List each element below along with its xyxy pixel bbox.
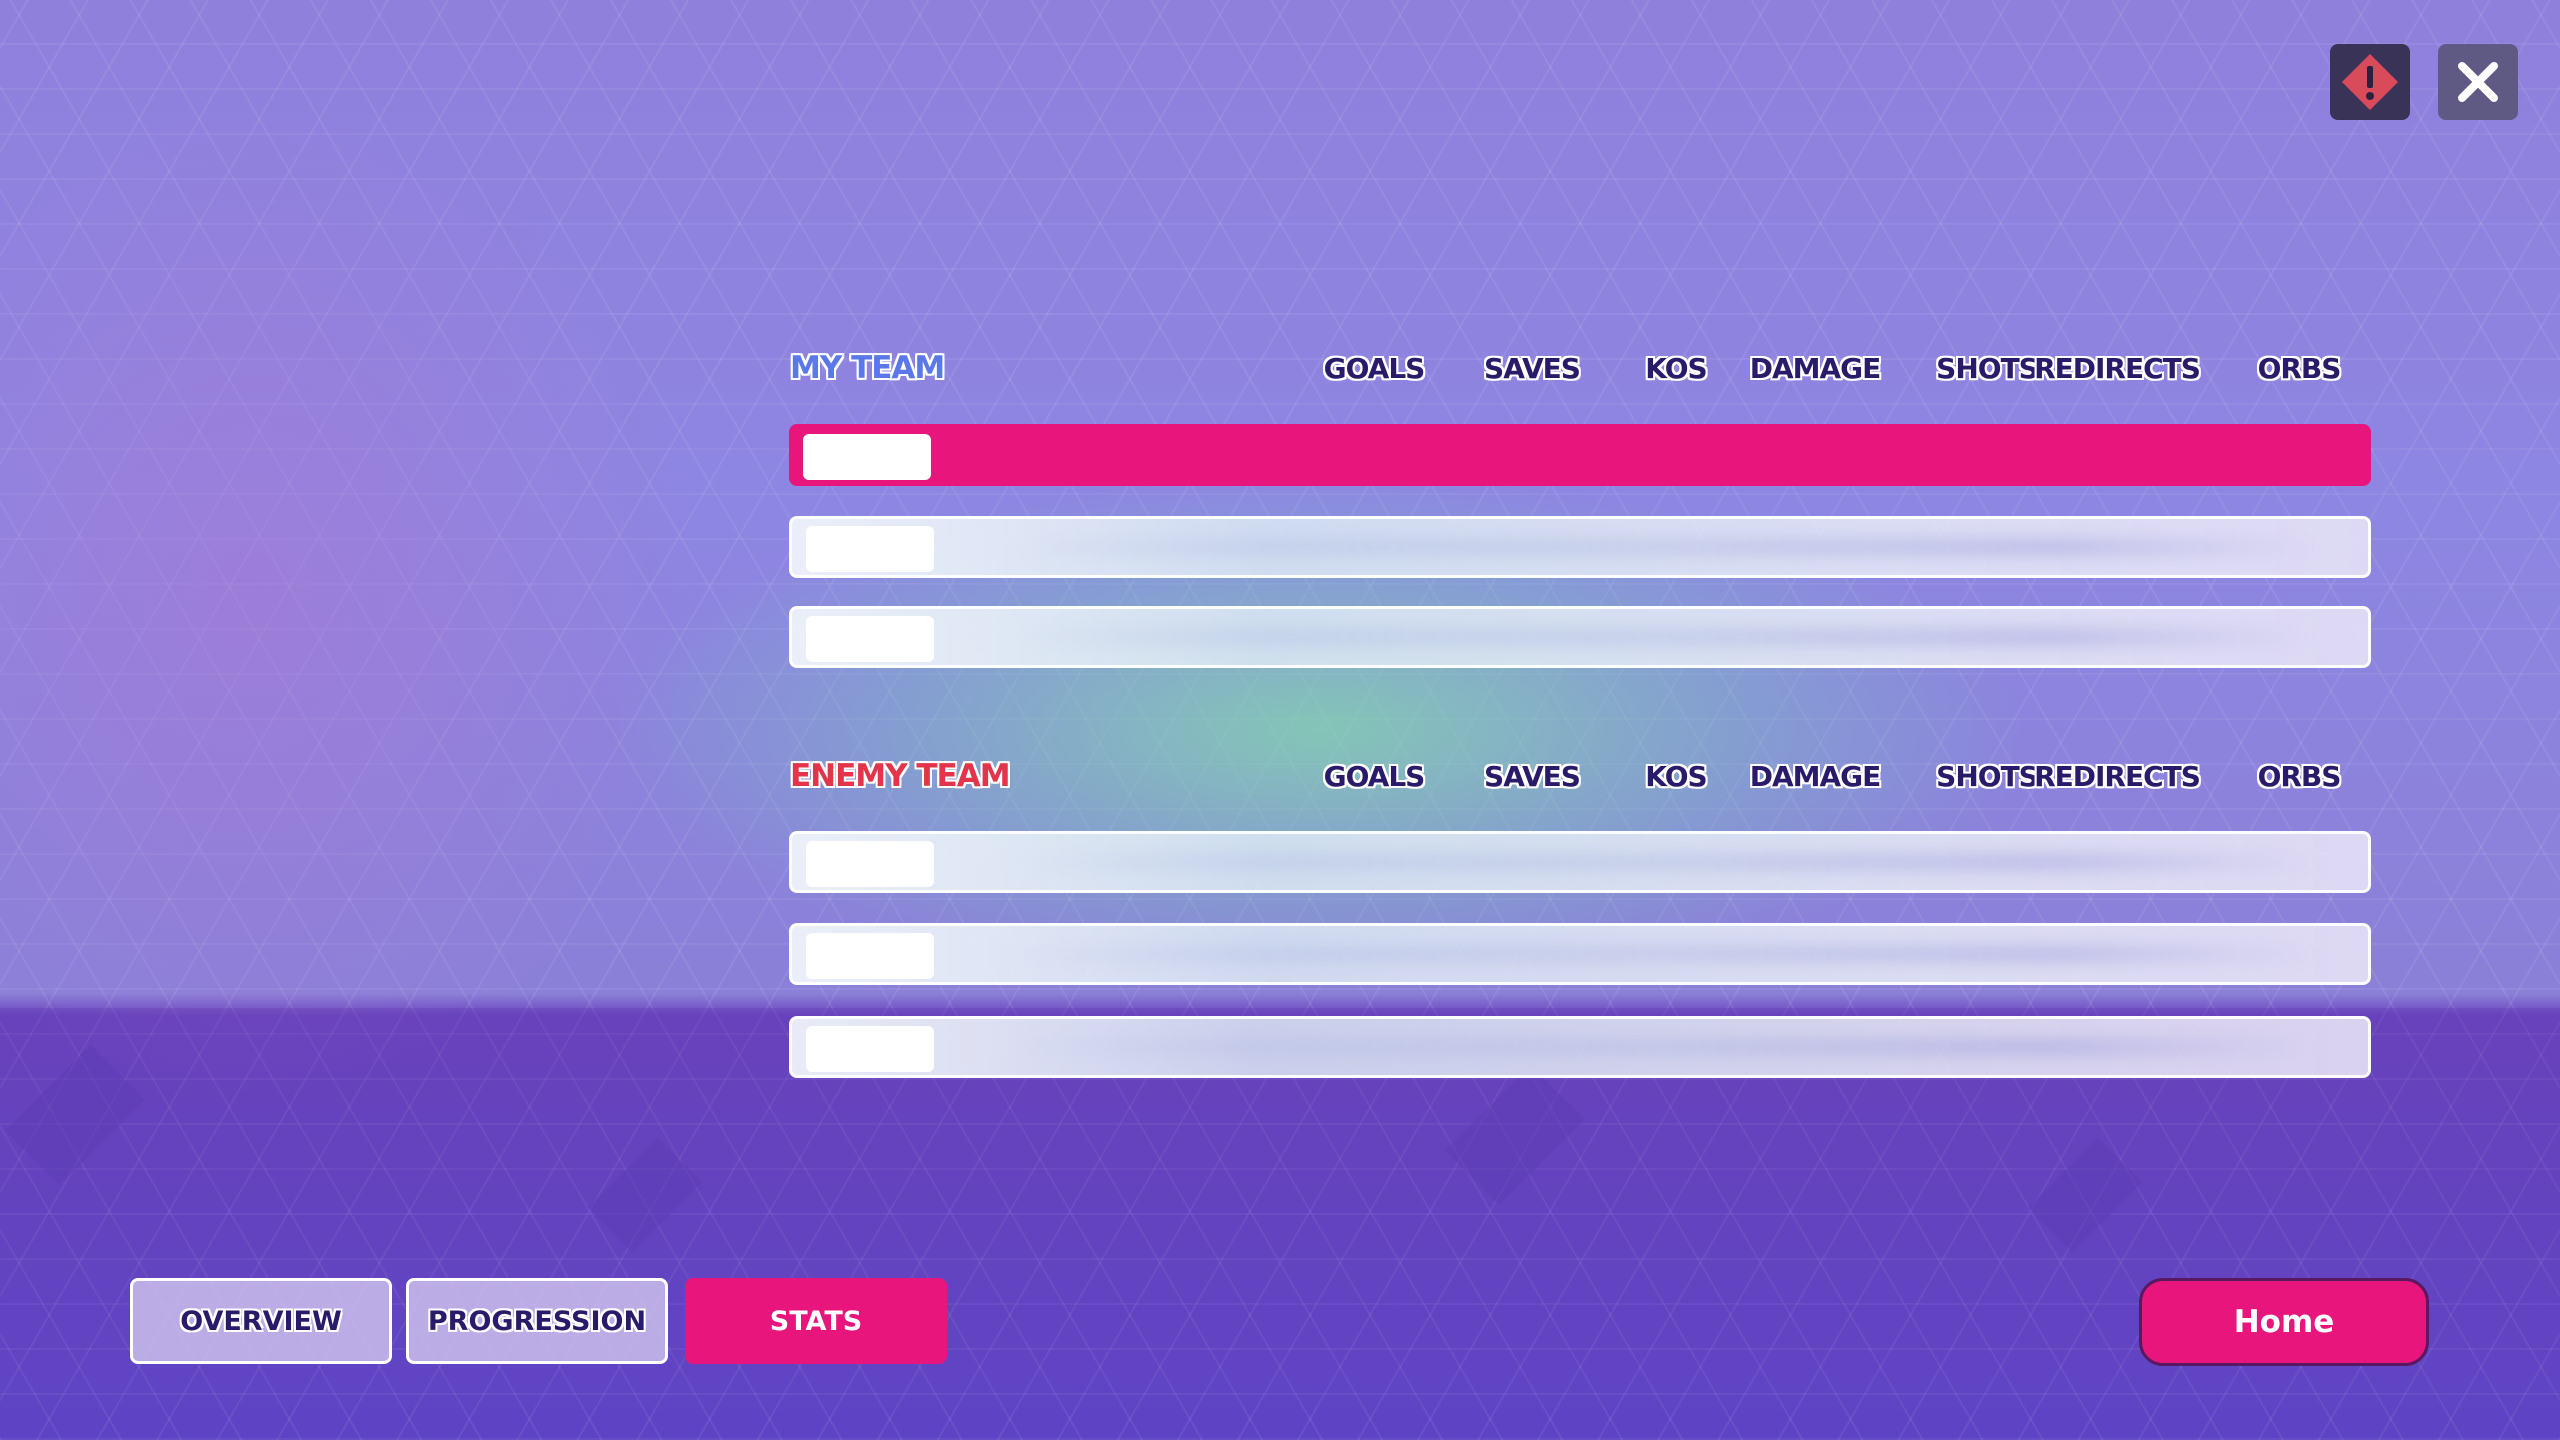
my-team-title: MY TEAM (790, 350, 945, 386)
my-team-row[interactable] (789, 516, 2371, 578)
column-orbs: ORBS (2257, 760, 2342, 793)
tab-stats-label: STATS (769, 1305, 863, 1337)
report-button[interactable] (2330, 44, 2410, 120)
column-damage: DAMAGE (1749, 352, 1882, 385)
background-glow-left (0, 100, 700, 1100)
close-button[interactable] (2438, 44, 2518, 120)
background-lattice (0, 0, 2560, 1440)
warning-diamond-icon (2342, 54, 2398, 110)
player-name-plate (806, 616, 934, 662)
tab-stats[interactable]: STATS (685, 1278, 947, 1364)
stats-values (1012, 627, 2312, 647)
player-name-plate (806, 841, 934, 887)
stats-values (1012, 852, 2312, 872)
enemy-team-row[interactable] (789, 923, 2371, 985)
my-team-header: MY TEAM GOALS SAVES KOS DAMAGE SHOTS RED… (790, 350, 2350, 400)
tab-progression-label: PROGRESSION (427, 1305, 647, 1337)
column-redirects: REDIRECTS (2034, 760, 2201, 793)
player-name-plate (806, 1026, 934, 1072)
column-shots: SHOTS (1936, 760, 2039, 793)
stats-values (1012, 537, 2312, 557)
enemy-team-row[interactable] (789, 831, 2371, 893)
player-name-plate (806, 933, 934, 979)
player-name-plate (803, 434, 931, 480)
background-diamond (587, 1137, 703, 1253)
column-goals: GOALS (1323, 760, 1426, 793)
results-screen: MY TEAM GOALS SAVES KOS DAMAGE SHOTS RED… (0, 0, 2560, 1440)
tab-overview[interactable]: OVERVIEW (130, 1278, 392, 1364)
column-goals: GOALS (1323, 352, 1426, 385)
tab-progression[interactable]: PROGRESSION (406, 1278, 668, 1364)
background-diamond (1444, 1064, 1586, 1206)
my-team-row-player[interactable] (789, 424, 2371, 486)
column-saves: SAVES (1484, 352, 1581, 385)
home-button[interactable]: Home (2139, 1278, 2429, 1366)
column-orbs: ORBS (2257, 352, 2342, 385)
column-redirects: REDIRECTS (2034, 352, 2201, 385)
column-kos: KOS (1645, 352, 1707, 385)
column-saves: SAVES (1484, 760, 1581, 793)
my-team-row[interactable] (789, 606, 2371, 668)
column-damage: DAMAGE (1749, 760, 1882, 793)
stats-values (1012, 1037, 2312, 1057)
tab-overview-label: OVERVIEW (180, 1305, 342, 1337)
column-kos: KOS (1645, 760, 1707, 793)
column-shots: SHOTS (1936, 352, 2039, 385)
enemy-team-header: ENEMY TEAM GOALS SAVES KOS DAMAGE SHOTS … (790, 758, 2350, 808)
close-x-icon (2458, 62, 2498, 102)
stats-values (1012, 944, 2312, 964)
player-name-plate (806, 526, 934, 572)
background-diamond (2027, 1137, 2143, 1253)
enemy-team-row[interactable] (789, 1016, 2371, 1078)
enemy-team-title: ENEMY TEAM (790, 758, 1011, 794)
background-diamond (4, 1044, 146, 1186)
home-button-label: Home (2233, 1304, 2335, 1340)
